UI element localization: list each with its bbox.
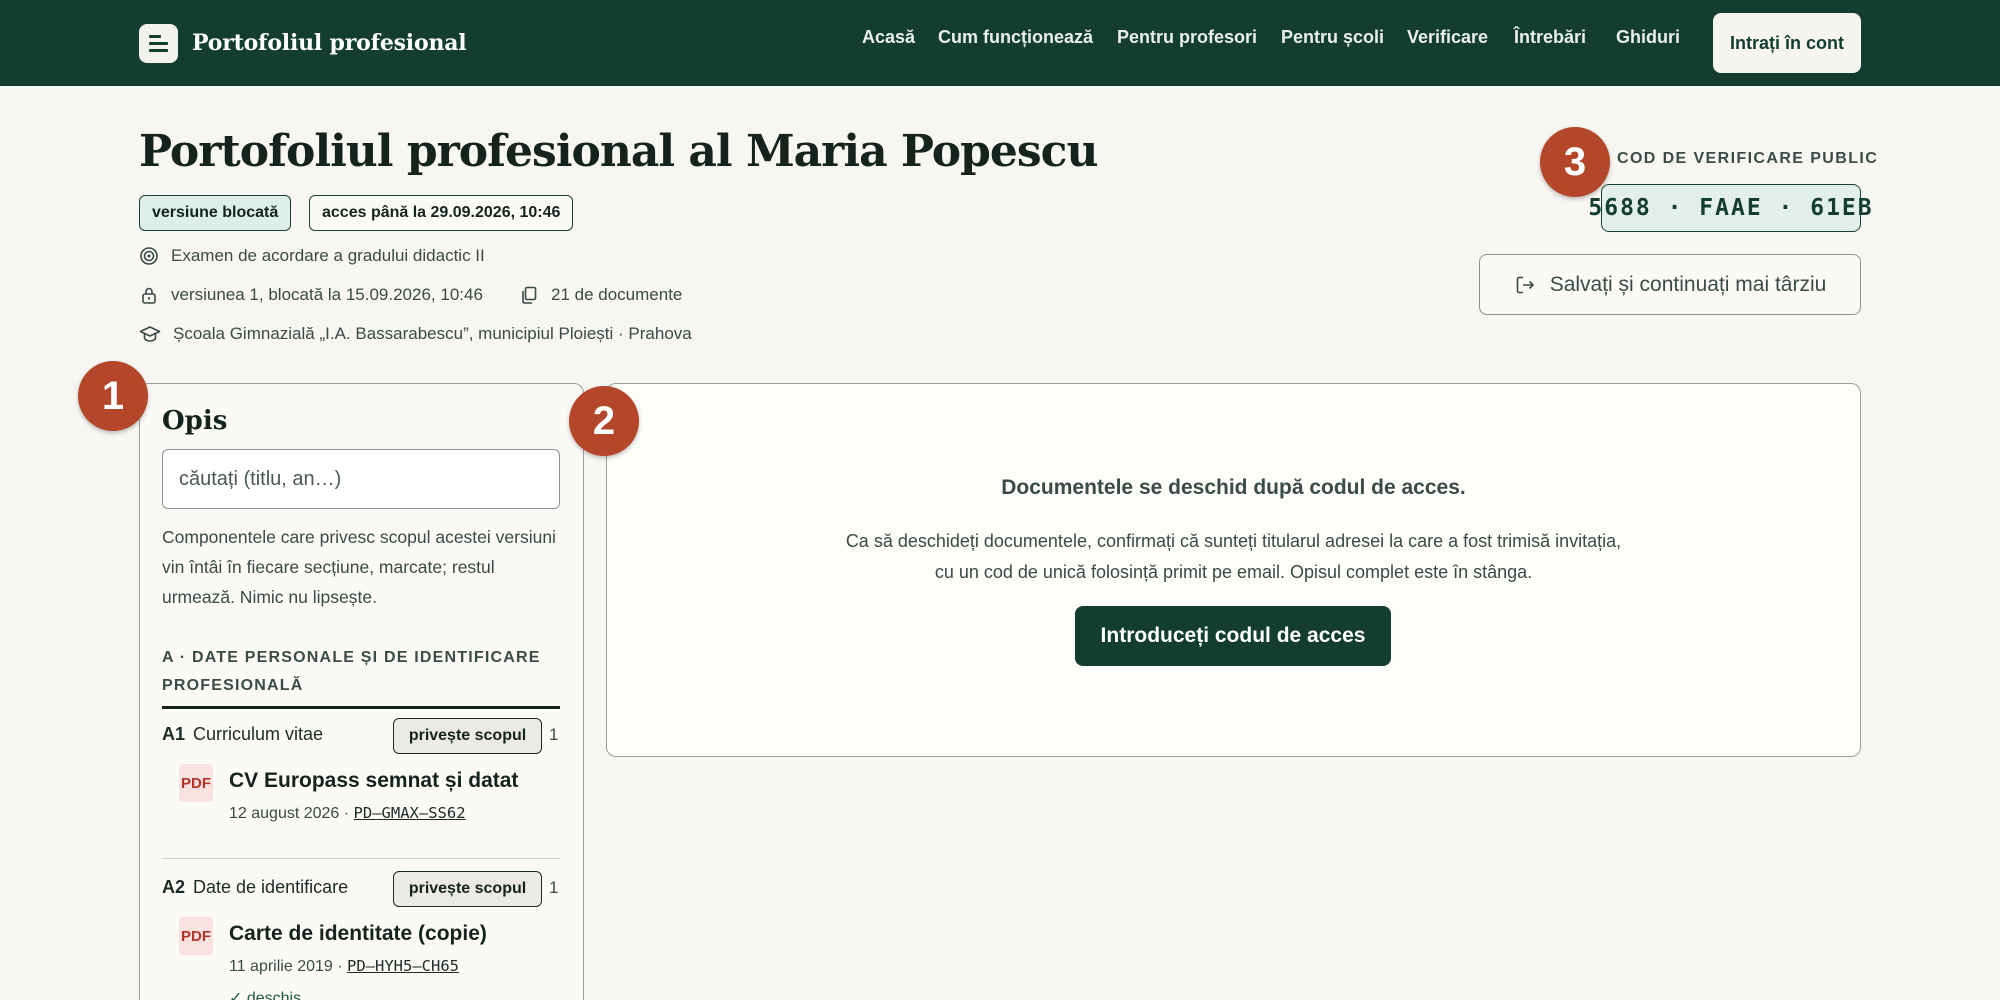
step-marker-1: 1 [78,361,148,431]
document-title-link[interactable]: Carte de identitate (copie) [229,922,487,946]
pdf-icon: PDF [179,917,213,955]
scope-badge: privește scopul [393,871,542,907]
step-marker-3: 3 [1540,127,1610,197]
document-reference-link[interactable]: PD–GMAX–SS62 [354,804,466,822]
document-reference-link[interactable]: PD–HYH5–CH65 [347,957,459,975]
opened-status: ✓ deschis [229,990,302,1000]
documents-count-row: 21 de documente [519,282,682,308]
item-name: Date de identificare [193,877,349,897]
pdf-icon: PDF [179,764,213,802]
document-date: 12 august 2026 · [229,805,350,822]
opis-search-input[interactable] [162,449,560,509]
item-code: A1 [162,724,186,744]
access-until-badge: acces până la 29.09.2026, 10:46 [309,195,574,231]
exit-icon [1516,276,1534,293]
item-code: A2 [162,877,186,897]
login-button[interactable]: Intrați în cont [1713,13,1861,73]
version-text: versiunea 1, blocată la 15.09.2026, 10:4… [171,285,483,304]
target-icon [140,247,158,265]
document-lines-icon [139,23,178,63]
nav-guides[interactable]: Ghiduri [1616,27,1680,53]
item-a2-heading: A2 Date de identificare [162,877,348,898]
lock-icon [142,287,156,304]
nav-for-teachers[interactable]: Pentru profesori [1117,27,1257,53]
nav-how-it-works[interactable]: Cum funcționează [938,27,1093,53]
item-count: 1 [549,878,559,897]
graduation-cap-icon [139,326,161,342]
item-divider [162,858,560,859]
purpose-row: Examen de acordare a gradului didactic I… [139,243,485,269]
nav-for-schools[interactable]: Pentru școli [1281,27,1384,53]
purpose-text: Examen de acordare a gradului didactic I… [171,246,485,265]
section-heading-a: A · DATE PERSONALE ȘI DE IDENTIFICARE PR… [162,649,541,694]
nav-verification[interactable]: Verificare [1407,27,1488,53]
locked-version-badge: versiune blocată [139,195,292,231]
opis-description: Componentele care privesc scopul acestei… [162,527,556,607]
brand-home-link[interactable]: Portofoliul profesional [139,23,467,63]
panel-instructions-line-2: cu un cod de unică folosință primit pe e… [934,562,1533,582]
verification-label: COD DE VERIFICARE PUBLIC [1617,150,1879,167]
enter-access-code-button[interactable]: Introduceți codul de acces [1075,606,1391,666]
documents-icon [522,286,537,304]
document-date: 11 aprilie 2019 · [229,958,343,975]
opis-title: Opis [162,406,228,436]
panel-heading: Documentele se deschid după codul de acc… [1001,476,1466,499]
verification-code: 5688 · FAAE · 61EB [1588,184,1872,232]
panel-instructions: Ca să deschideți documentele, confirmați… [606,526,1861,588]
step-marker-2: 2 [569,386,639,456]
school-row: Școala Gimnazială „I.A. Bassarabescu”, m… [139,321,692,347]
school-text: Școala Gimnazială „I.A. Bassarabescu”, m… [173,324,692,343]
item-count: 1 [549,725,559,744]
panel-instructions-line-1: Ca să deschideți documentele, confirmați… [845,531,1622,551]
nav-home[interactable]: Acasă [862,27,915,53]
scope-badge: privește scopul [393,718,542,754]
documents-count: 21 de documente [551,285,683,304]
brand-name: Portofoliul profesional [192,30,467,56]
document-title-link[interactable]: CV Europass semnat și datat [229,769,518,793]
item-name: Curriculum vitae [193,724,324,744]
version-row: versiunea 1, blocată la 15.09.2026, 10:4… [139,282,483,308]
save-continue-button[interactable]: Salvați și continuați mai târziu [1479,254,1861,315]
save-continue-label: Salvați și continuați mai târziu [1549,272,1827,296]
document-meta: 12 august 2026 · PD–GMAX–SS62 [229,804,466,823]
nav-questions[interactable]: Întrebări [1514,27,1586,53]
page-title: Portofoliul profesional al Maria Popescu [139,126,1098,177]
item-a1-heading: A1 Curriculum vitae [162,724,323,745]
document-meta: 11 aprilie 2019 · PD–HYH5–CH65 [229,957,459,976]
section-divider [162,706,560,709]
